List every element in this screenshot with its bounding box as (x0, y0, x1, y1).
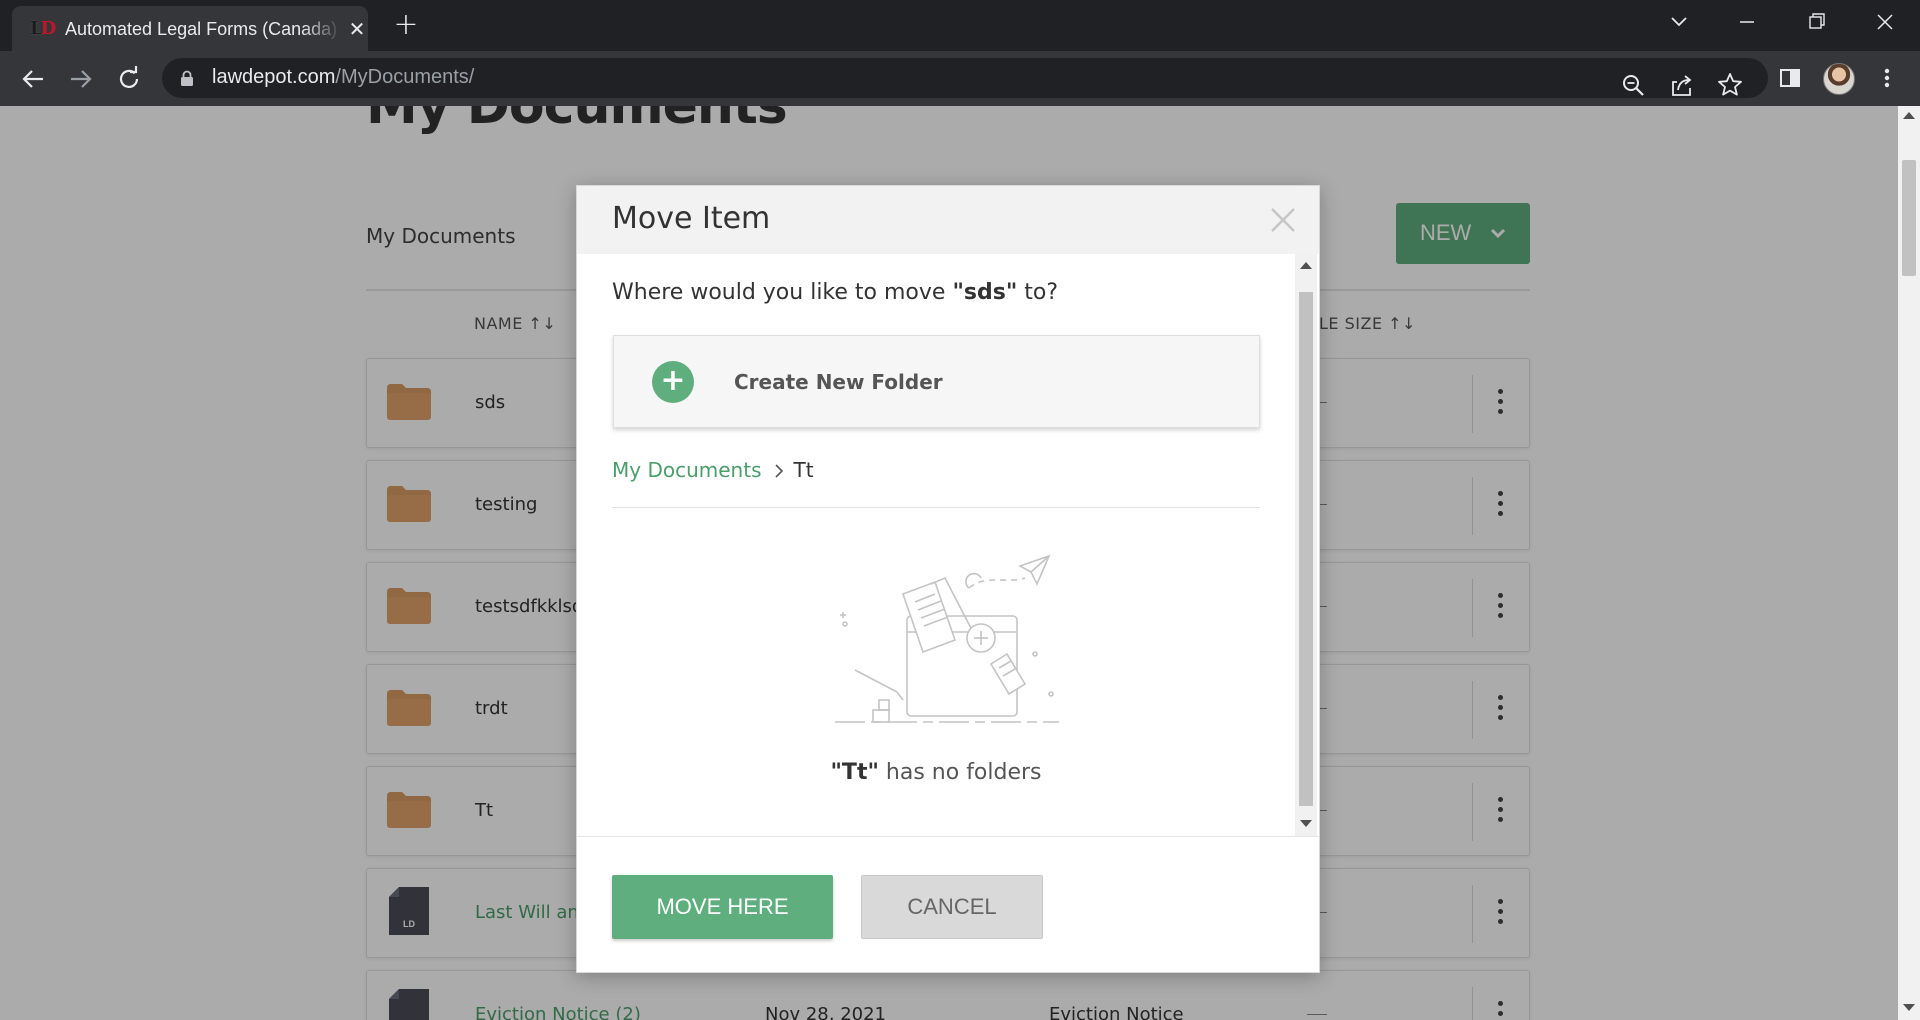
lock-icon[interactable] (180, 70, 194, 86)
plus-circle-icon: + (652, 361, 694, 403)
page-scroll-thumb[interactable] (1902, 160, 1916, 276)
move-here-button[interactable]: MOVE HERE (612, 875, 833, 939)
empty-suffix: has no folders (878, 760, 1042, 785)
dialog-scroll-thumb[interactable] (1299, 292, 1313, 806)
breadcrumb-root-link[interactable]: My Documents (612, 458, 761, 482)
url-path: /MyDocuments/ (335, 66, 475, 88)
close-icon[interactable] (1268, 205, 1298, 235)
url-host: lawdepot.com (212, 66, 336, 88)
empty-folder-name: "Tt" (830, 760, 879, 785)
dialog-body: Where would you like to move "sds" to? +… (577, 254, 1319, 836)
cancel-button[interactable]: CANCEL (861, 875, 1043, 939)
move-item-dialog: Move Item Where would you like to move "… (576, 185, 1320, 973)
browser-tab-strip: LD Automated Legal Forms (Canada) ✕ + (0, 0, 1920, 51)
create-new-folder-button[interactable]: + Create New Folder (613, 335, 1260, 428)
empty-state-message: "Tt" has no folders (577, 760, 1295, 785)
back-arrow-icon[interactable] (17, 63, 49, 95)
minimize-icon[interactable] (1724, 0, 1770, 44)
tab-search-chevron-icon[interactable] (1656, 0, 1702, 44)
dialog-breadcrumb: My Documents Tt (612, 458, 814, 482)
close-window-icon[interactable] (1862, 0, 1908, 44)
item-name: "sds" (952, 280, 1018, 305)
breadcrumb-current: Tt (793, 458, 814, 482)
dialog-header: Move Item (577, 186, 1319, 254)
dialog-scrollbar[interactable] (1295, 254, 1317, 836)
page-scroll-up-arrow-icon[interactable] (1903, 112, 1915, 119)
create-folder-label: Create New Folder (734, 370, 943, 394)
move-question: Where would you like to move "sds" to? (612, 280, 1058, 305)
zoom-icon[interactable] (1618, 70, 1648, 100)
profile-avatar[interactable] (1823, 63, 1855, 95)
browser-menu-icon[interactable] (1872, 63, 1902, 93)
browser-tab[interactable]: LD Automated Legal Forms (Canada) ✕ (12, 6, 368, 51)
question-suffix: to? (1017, 280, 1059, 305)
tab-close-icon[interactable]: ✕ (344, 16, 370, 42)
bookmark-star-icon[interactable] (1715, 70, 1745, 100)
chevron-right-icon (775, 464, 784, 478)
breadcrumb-divider (612, 507, 1260, 508)
page-viewport: My Documents My Documents NEW NAME ↑↓ LE… (0, 106, 1898, 1020)
reload-icon[interactable] (113, 63, 145, 95)
share-icon[interactable] (1667, 70, 1697, 100)
dialog-footer-divider (577, 836, 1319, 837)
scroll-down-arrow-icon[interactable] (1300, 820, 1312, 827)
tab-title: Automated Legal Forms (Canada) (65, 19, 337, 39)
forward-arrow-icon[interactable] (65, 63, 97, 95)
tab-title-fade (302, 12, 342, 44)
lawdepot-favicon-icon: LD (30, 18, 56, 39)
new-tab-plus-icon[interactable]: + (391, 8, 421, 42)
scroll-up-arrow-icon[interactable] (1300, 262, 1312, 269)
address-bar[interactable]: lawdepot.com/MyDocuments/ (162, 58, 1768, 98)
url-text[interactable]: lawdepot.com/MyDocuments/ (212, 66, 474, 89)
restore-window-icon[interactable] (1794, 0, 1840, 44)
page-scroll-down-arrow-icon[interactable] (1903, 1004, 1915, 1011)
dialog-title: Move Item (612, 201, 771, 236)
page-scrollbar[interactable] (1898, 106, 1920, 1020)
empty-folder-illustration-icon (835, 554, 1059, 723)
question-prefix: Where would you like to move (612, 280, 953, 305)
side-panel-icon[interactable] (1775, 63, 1805, 93)
browser-toolbar: lawdepot.com/MyDocuments/ (0, 51, 1920, 106)
